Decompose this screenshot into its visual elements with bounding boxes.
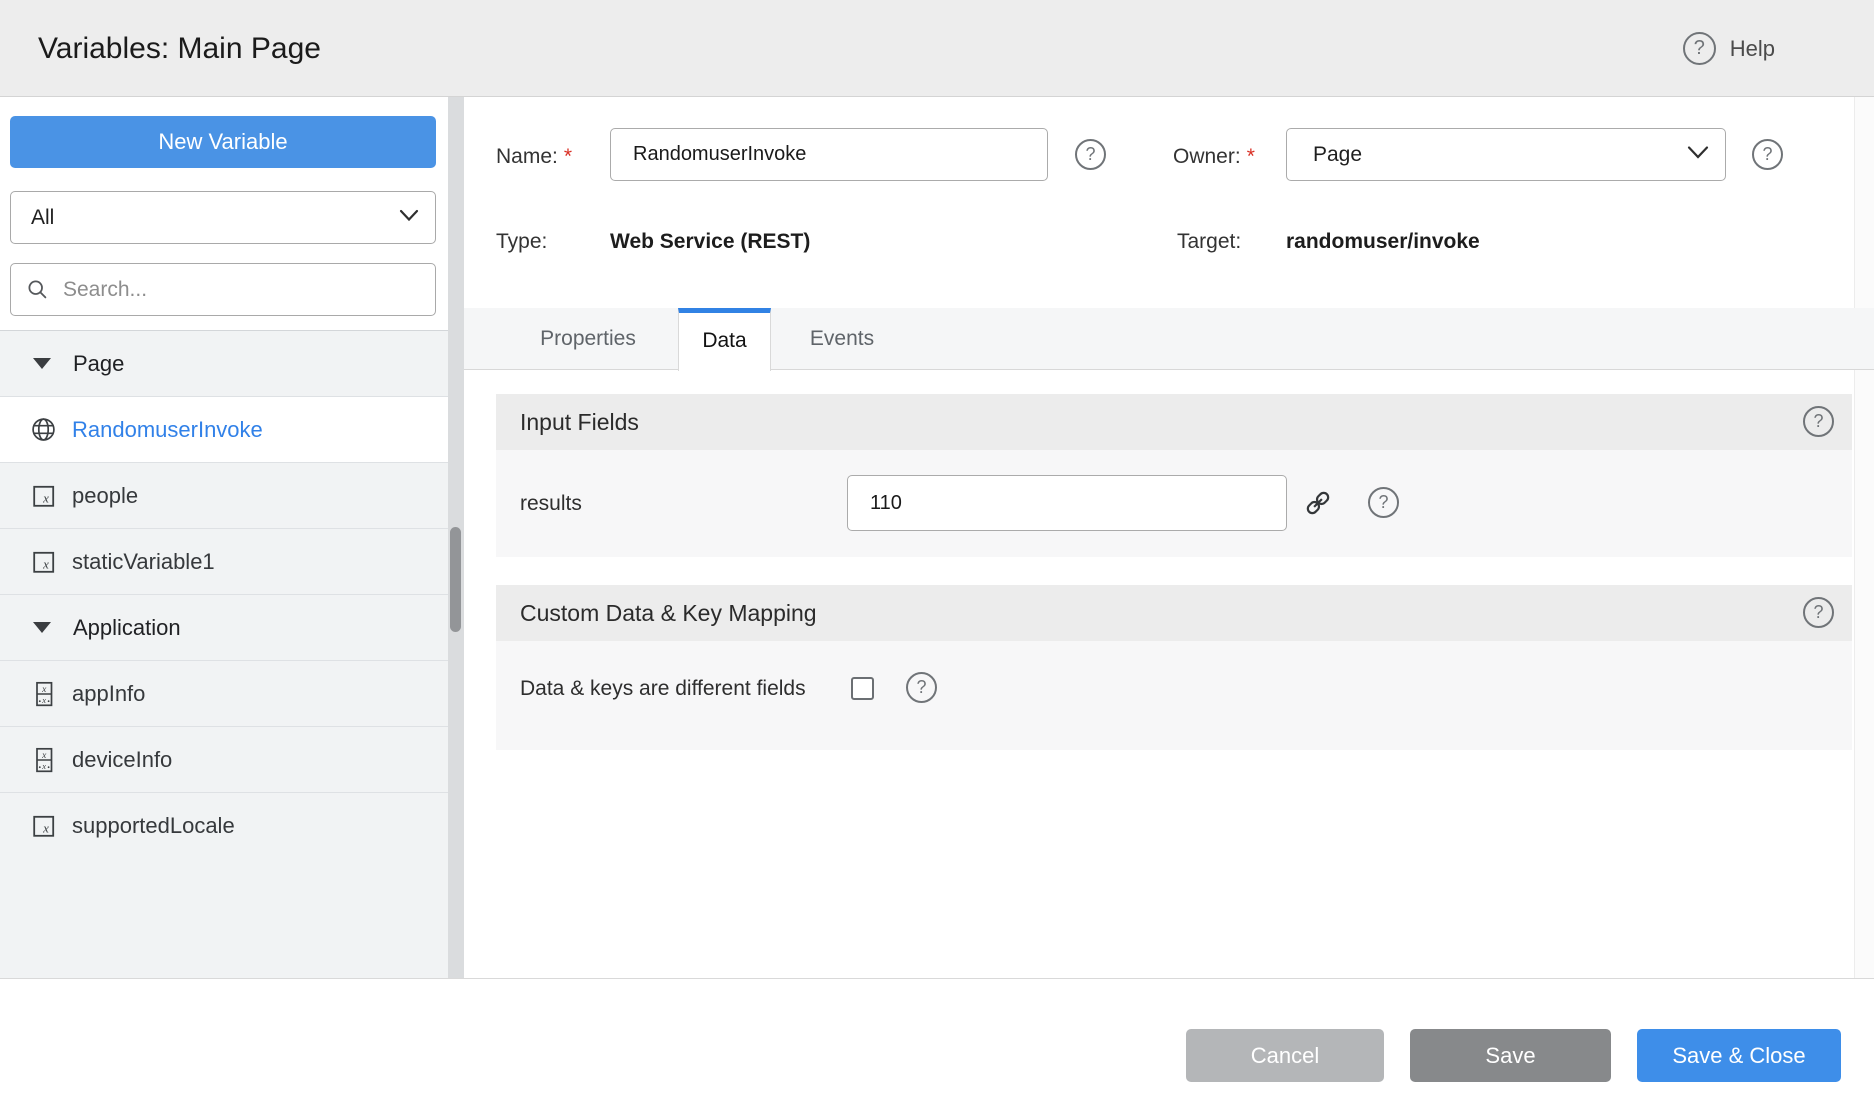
sidebar-item-staticvariable1[interactable]: x staticVariable1 (0, 529, 448, 595)
help-button[interactable]: Help (1682, 0, 1775, 97)
svg-text:x: x (41, 760, 46, 770)
sidebar-group-page[interactable]: Page (0, 331, 448, 397)
chevron-down-icon (399, 209, 419, 227)
owner-help-icon[interactable] (1752, 139, 1783, 170)
page-title: Variables: Main Page (38, 32, 321, 65)
owner-select[interactable]: Page (1286, 128, 1726, 181)
collapse-triangle-icon (33, 358, 51, 369)
results-field-label: results (520, 492, 582, 515)
variable-search (10, 263, 436, 316)
search-icon (28, 280, 47, 299)
name-input[interactable] (610, 128, 1048, 181)
variable-list: Page RandomuserInvoke x people x staticV… (0, 330, 448, 859)
chevron-down-icon (1687, 145, 1709, 164)
different-fields-checkbox-label: Data & keys are different fields (520, 677, 806, 700)
save-button[interactable]: Save (1410, 1029, 1611, 1082)
sidebar-item-randomuserinvoke[interactable]: RandomuserInvoke (0, 397, 448, 463)
help-question-icon (1682, 32, 1716, 65)
custom-mapping-title: Custom Data & Key Mapping (520, 600, 817, 626)
sidebar-empty-area (0, 858, 448, 978)
input-fields-title: Input Fields (520, 409, 639, 435)
different-fields-help-icon[interactable] (906, 672, 937, 703)
results-help-icon[interactable] (1368, 487, 1399, 518)
target-label: Target: (1177, 230, 1242, 253)
builtin-variable-icon: x x (30, 747, 57, 773)
svg-text:x: x (42, 820, 49, 835)
target-value: randomuser/invoke (1286, 230, 1480, 253)
custom-mapping-section-body: Data & keys are different fields (496, 641, 1852, 750)
required-asterisk: * (1246, 145, 1255, 168)
sidebar-item-people[interactable]: x people (0, 463, 448, 529)
dialog-header: Variables: Main Page Help (0, 0, 1874, 97)
variable-icon: x (30, 814, 57, 838)
svg-text:x: x (41, 694, 46, 704)
owner-selected-value: Page (1313, 143, 1363, 166)
tab-events[interactable]: Events (782, 308, 902, 370)
help-label: Help (1729, 35, 1775, 61)
svg-text:x: x (41, 750, 47, 760)
variable-filter-select[interactable]: All (10, 191, 436, 244)
svg-text:x: x (42, 490, 49, 505)
different-fields-checkbox[interactable] (851, 677, 874, 700)
custom-mapping-section-header: Custom Data & Key Mapping (496, 585, 1852, 641)
link-icon[interactable] (1302, 487, 1334, 524)
svg-text:x: x (42, 556, 49, 571)
filter-selected-value: All (31, 205, 55, 229)
tab-data[interactable]: Data (678, 308, 771, 371)
sidebar-item-appinfo[interactable]: x x appInfo (0, 661, 448, 727)
builtin-variable-icon: x x (30, 681, 57, 707)
search-input[interactable] (63, 264, 423, 315)
new-variable-button[interactable]: New Variable (10, 116, 436, 168)
main-scrollbar-track[interactable] (1854, 97, 1874, 978)
name-label: Name: * (496, 145, 573, 168)
collapse-triangle-icon (33, 622, 51, 633)
name-help-icon[interactable] (1075, 139, 1106, 170)
custom-mapping-help-icon[interactable] (1803, 597, 1834, 628)
required-asterisk: * (563, 145, 573, 168)
input-fields-help-icon[interactable] (1803, 406, 1834, 437)
variable-icon: x (30, 550, 57, 574)
input-fields-section-body: results (496, 450, 1852, 557)
variable-icon: x (30, 484, 57, 508)
sidebar-group-application[interactable]: Application (0, 595, 448, 661)
owner-label: Owner: * (1173, 145, 1255, 168)
type-label: Type: (496, 230, 548, 253)
detail-tabbar: Properties Data Events (464, 308, 1874, 371)
input-fields-section-header: Input Fields (496, 394, 1852, 450)
tab-properties[interactable]: Properties (502, 308, 674, 370)
sidebar-scrollbar-track[interactable] (448, 97, 464, 978)
svg-text:x: x (41, 684, 47, 694)
web-service-globe-icon (30, 416, 57, 443)
results-input[interactable] (847, 475, 1287, 531)
type-value: Web Service (REST) (610, 230, 811, 253)
sidebar-item-supportedlocale[interactable]: x supportedLocale (0, 793, 448, 859)
sidebar-item-deviceinfo[interactable]: x x deviceInfo (0, 727, 448, 793)
variables-sidebar: New Variable All Page (0, 97, 448, 978)
sidebar-scrollbar-thumb[interactable] (450, 527, 461, 632)
variable-detail-panel: Name:* Owner:* Page Type: Web Service (R… (464, 97, 1874, 978)
cancel-button[interactable]: Cancel (1186, 1029, 1384, 1082)
save-and-close-button[interactable]: Save & Close (1637, 1029, 1841, 1082)
dialog-footer: Cancel Save Save & Close (0, 978, 1874, 1114)
